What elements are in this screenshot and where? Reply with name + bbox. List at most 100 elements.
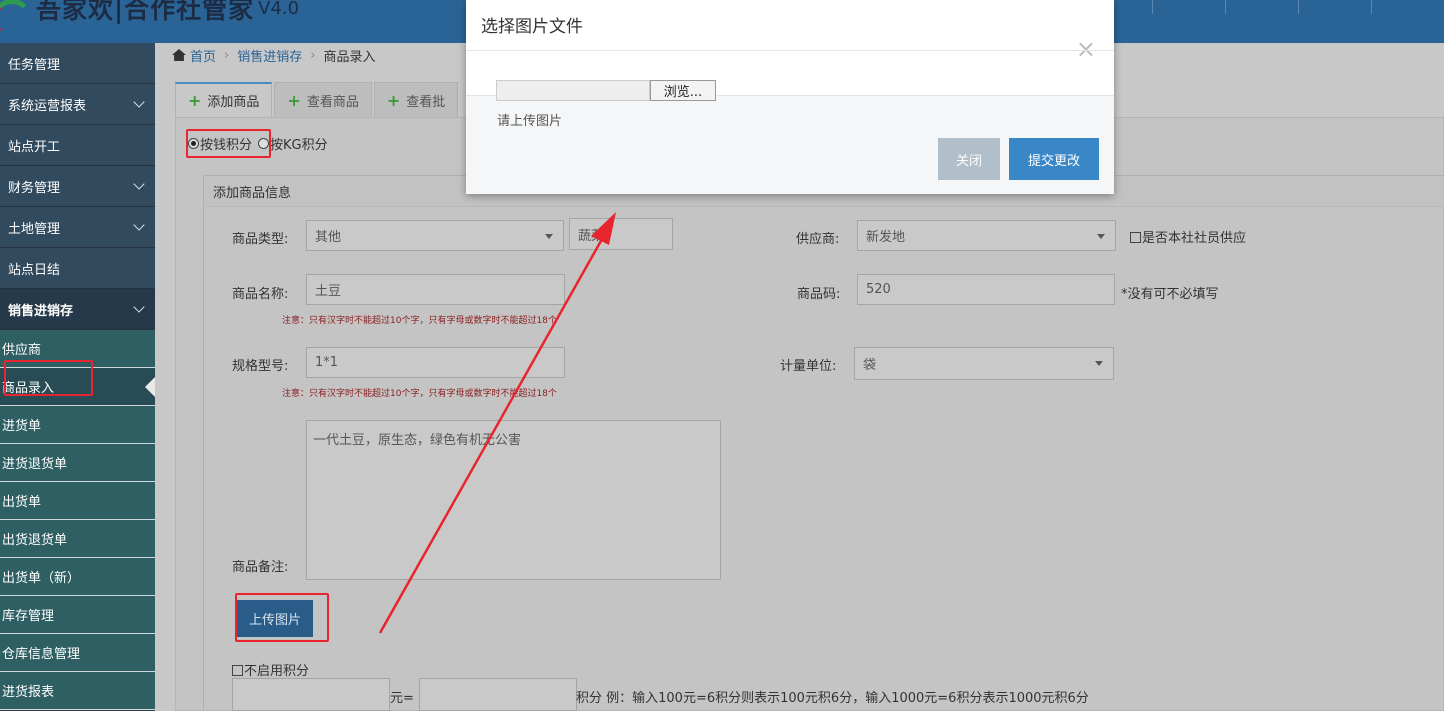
plus-icon: +: [287, 90, 301, 110]
sidebar-item-finance[interactable]: 财务管理: [0, 166, 155, 207]
plus-icon: +: [386, 90, 401, 110]
product-name-label: 商品名称:: [232, 287, 289, 302]
sidebar-subitem-shipment[interactable]: 出货单: [0, 482, 155, 520]
disable-points-checkbox[interactable]: [232, 665, 243, 676]
tab-label: 添加商品: [207, 95, 260, 110]
sidebar-subitem-shipment-return[interactable]: 出货退货单: [0, 520, 155, 558]
product-type-label: 商品类型:: [232, 232, 289, 247]
breadcrumb-separator: ›: [224, 47, 230, 63]
sidebar-item-sales-inventory[interactable]: 销售进销存: [0, 289, 155, 330]
caret-down-icon: [1095, 361, 1103, 366]
points-example-text: 积分 例：输入100元=6积分则表示100元积6分，输入1000元=6积分表示1…: [576, 691, 1089, 706]
app-title: 吾家欢|合作社管家: [36, 0, 255, 24]
radio-by-kg-label: 按KG积分: [270, 138, 328, 153]
sidebar-subitem-purchase-report[interactable]: 进货报表: [0, 672, 155, 710]
sidebar-subitem-warehouse[interactable]: 仓库信息管理: [0, 634, 155, 672]
spec-value: 1*1: [315, 355, 339, 370]
top-nav-item[interactable]: [1371, 0, 1444, 14]
product-subtype-input[interactable]: 蔬菜: [569, 218, 673, 250]
remark-textarea[interactable]: 一代土豆，原生态，绿色有机无公害: [306, 420, 721, 580]
remark-label: 商品备注:: [232, 560, 289, 575]
sidebar-subitem-stock[interactable]: 库存管理: [0, 596, 155, 634]
product-code-value: 520: [866, 282, 891, 297]
supplier-select[interactable]: 新发地: [857, 220, 1116, 251]
product-type-select[interactable]: 其他: [306, 220, 564, 251]
breadcrumb-home-link[interactable]: 首页: [190, 46, 216, 65]
logo-icon: [0, 0, 36, 23]
breadcrumb-separator: ›: [310, 47, 316, 63]
sidebar-item-label: 出货退货单: [2, 533, 68, 548]
tab-label: 查看商品: [306, 94, 359, 110]
home-icon: [172, 49, 186, 61]
member-supply-checkbox[interactable]: [1130, 232, 1141, 243]
sidebar-item-label: 进货单: [2, 419, 42, 434]
breadcrumb-section-link[interactable]: 销售进销存: [237, 46, 302, 65]
sidebar-item-daily-close[interactable]: 站点日结: [0, 248, 155, 289]
spec-label: 规格型号:: [232, 359, 289, 374]
sidebar-item-label: 任务管理: [8, 57, 61, 73]
browse-button[interactable]: 浏览...: [650, 80, 716, 101]
top-nav-item[interactable]: [1225, 0, 1298, 14]
sidebar-subitem-purchase-return[interactable]: 进货退货单: [0, 444, 155, 482]
yuan-equals-label: 元=: [390, 691, 414, 706]
upload-hint: 请上传图片: [497, 114, 563, 129]
sidebar-item-label: 进货报表: [2, 685, 55, 700]
sidebar-item-site-start[interactable]: 站点开工: [0, 125, 155, 166]
sidebar-item-label: 供应商: [2, 343, 42, 358]
file-path-input[interactable]: [496, 80, 650, 101]
sidebar-item-label: 系统运营报表: [8, 98, 87, 114]
sidebar-item-label: 站点日结: [8, 262, 61, 278]
top-nav: [1152, 0, 1444, 14]
sidebar-item-land[interactable]: 土地管理: [0, 207, 155, 248]
tab-add-product[interactable]: + 添加商品: [175, 82, 273, 117]
submit-changes-button[interactable]: 提交更改: [1009, 138, 1099, 180]
app-logo: 吾家欢|合作社管家 V4.0: [0, 0, 299, 28]
spec-input[interactable]: 1*1: [306, 347, 565, 378]
supplier-value: 新发地: [866, 230, 906, 245]
product-code-label: 商品码:: [797, 287, 841, 302]
money-amount-input[interactable]: [232, 678, 390, 711]
top-nav-item[interactable]: [1298, 0, 1371, 14]
close-icon[interactable]: ×: [1076, 37, 1096, 61]
sidebar-item-task-management[interactable]: 任务管理: [0, 43, 155, 84]
disable-points-wrap: 不启用积分: [232, 660, 309, 679]
sidebar-item-label: 进货退货单: [2, 457, 68, 472]
chevron-down-icon: [133, 178, 145, 190]
product-code-input[interactable]: 520: [857, 274, 1115, 305]
caret-down-icon: [545, 234, 553, 239]
tab-view-products[interactable]: + 查看商品: [274, 82, 372, 117]
remark-value: 一代土豆，原生态，绿色有机无公害: [313, 433, 522, 448]
points-amount-input[interactable]: [419, 678, 577, 711]
unit-value: 袋: [863, 358, 877, 373]
member-supply-label: 是否本社社员供应: [1142, 231, 1247, 246]
annotation-box-upload: [235, 593, 329, 642]
product-subtype-value: 蔬菜: [578, 228, 605, 244]
app-version: V4.0: [258, 0, 300, 19]
chevron-down-icon: [133, 96, 145, 108]
sidebar-subitem-shipment-new[interactable]: 出货单（新）: [0, 558, 155, 596]
product-name-value: 土豆: [315, 284, 342, 299]
sidebar-item-label: 出货单: [2, 495, 42, 510]
unit-select[interactable]: 袋: [854, 347, 1114, 380]
supplier-label: 供应商:: [796, 232, 840, 247]
chevron-down-icon: [133, 301, 145, 313]
product-type-value: 其他: [315, 230, 342, 245]
spec-note: 注意：只有汉字时不能超过10个字，只有字母或数字时不能超过18个: [282, 389, 557, 399]
product-name-input[interactable]: 土豆: [306, 274, 565, 305]
sidebar-item-label: 销售进销存: [8, 303, 74, 319]
tab-label: 查看批: [406, 94, 446, 110]
sidebar-item-label: 仓库信息管理: [2, 647, 81, 662]
sidebar-item-label: 土地管理: [8, 221, 61, 237]
modal-close-button[interactable]: 关闭: [938, 138, 1000, 180]
product-code-hint: *没有可不必填写: [1121, 287, 1219, 302]
sidebar-subitem-purchase-order[interactable]: 进货单: [0, 406, 155, 444]
caret-down-icon: [1097, 234, 1105, 239]
chevron-down-icon: [133, 219, 145, 231]
product-name-note: 注意：只有汉字时不能超过10个字，只有字母或数字时不能超过18个: [282, 316, 557, 326]
sidebar-item-ops-reports[interactable]: 系统运营报表: [0, 84, 155, 125]
tab-view-batch[interactable]: + 查看批: [373, 82, 459, 117]
top-nav-item[interactable]: [1152, 0, 1225, 14]
breadcrumb: 首页 › 销售进销存 › 商品录入: [172, 45, 375, 65]
member-supply-checkbox-wrap: 是否本社社员供应: [1130, 227, 1246, 246]
disable-points-label: 不启用积分: [244, 664, 310, 679]
